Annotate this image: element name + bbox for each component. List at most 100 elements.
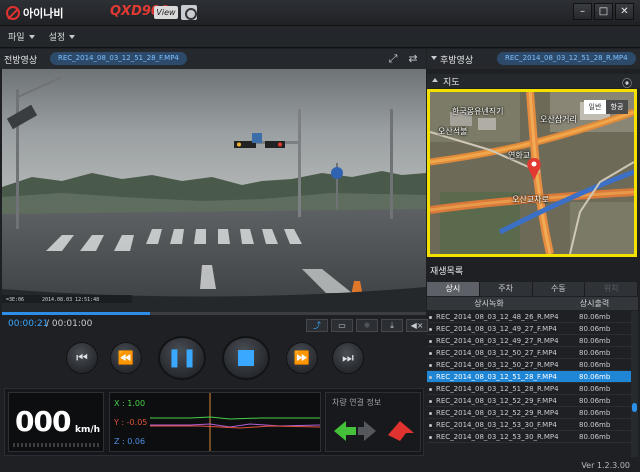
speed-value: 000 (15, 405, 71, 438)
dashboard-panel: 000 km/h X : 1.00 Y : -0.05 Z : 0.06 차량 … (4, 388, 424, 456)
app-window: 아이나비 QXD900 View – □ ✕ 파일 설정 전방영상 REC_20… (0, 0, 640, 472)
list-item[interactable]: REC_2014_08_03_12_48_26_R.MP4 80.06mb (427, 311, 631, 323)
map-type-tabs: 일반 항공 (584, 100, 628, 114)
file-size: 80.06mb (579, 409, 611, 417)
list-item[interactable]: REC_2014_08_03_12_49_27_F.MP4 80.06mb (427, 323, 631, 335)
fast-forward-icon: ⏩ (293, 350, 311, 366)
list-item[interactable]: REC_2014_08_03_12_53_30_F.MP4 80.06mb (427, 419, 631, 431)
bullet-icon (429, 388, 432, 391)
rear-file-name: REC_2014_08_03_12_51_28_R.MP4 (497, 52, 636, 65)
maximize-button[interactable]: □ (594, 3, 613, 20)
file-name-text: REC_2014_08_03_12_49_27_F.MP4 (436, 325, 557, 333)
skip-next-icon: ⏭ (342, 350, 354, 366)
logo-text: 아이나비 (23, 7, 64, 20)
bullet-icon (429, 412, 432, 415)
playlist-columns: 상시녹화 상시출력 (427, 297, 638, 310)
list-item[interactable]: REC_2014_08_03_12_51_28_R.MP4 80.06mb (427, 383, 631, 395)
list-item[interactable]: REC_2014_08_03_12_53_30_R.MP4 80.06mb (427, 431, 631, 443)
rear-video-label: 후방영상 (440, 56, 474, 66)
settings-icon[interactable]: ✱ (356, 319, 378, 332)
list-item[interactable]: REC_2014_08_03_12_50_27_F.MP4 80.06mb (427, 347, 631, 359)
file-name: REC_2014_08_03_12_49_27_F.MP4 (427, 323, 575, 334)
turn-right-icon (358, 421, 376, 441)
transport-controls: ⏮ ⏪ ❚❚ ⏩ ⏭ (0, 334, 426, 384)
seek-bar-fill (2, 312, 151, 315)
list-item[interactable]: REC_2014_08_03_12_52_29_F.MP4 80.06mb (427, 395, 631, 407)
tab-parking[interactable]: 주차 (479, 282, 533, 296)
minimize-button[interactable]: – (573, 3, 592, 20)
vehicle-connection-panel: 차량 연결 정보 (325, 392, 421, 452)
caret-down-icon (28, 34, 35, 39)
pause-button[interactable]: ❚❚ (158, 336, 206, 380)
file-name-text: REC_2014_08_03_12_48_26_R.MP4 (436, 313, 559, 321)
time-separator: / (46, 319, 50, 329)
bullet-icon (429, 316, 432, 319)
video-tools: ⤴ ▭ ✱ ⤓ ◀× (306, 319, 428, 332)
total-time-value: 00:01:00 (51, 319, 93, 329)
file-name-text: REC_2014_08_03_12_51_28_F.MP4 (436, 373, 557, 381)
location-pin-icon[interactable]: ⦿ (622, 75, 632, 90)
bullet-icon (429, 340, 432, 343)
version-label: Ver 1.2.3.00 (581, 461, 630, 470)
speed-gauge-bar (13, 443, 99, 447)
list-item[interactable]: REC_2014_08_03_12_52_29_R.MP4 80.06mb (427, 407, 631, 419)
file-size: 80.06mb (579, 433, 611, 441)
column-recording[interactable]: 상시녹화 (427, 297, 551, 310)
file-name-text: REC_2014_08_03_12_52_29_R.MP4 (436, 409, 559, 417)
menu-bar: 파일 설정 (0, 26, 640, 48)
map-collapse-icon[interactable] (432, 78, 438, 82)
tab-manual[interactable]: 수동 (532, 282, 586, 296)
map-header: 지도 ⦿ (427, 74, 640, 90)
menu-file[interactable]: 파일 (8, 30, 35, 43)
front-video-player[interactable]: =3E:06 2014.08.03 12:51:48 (2, 69, 426, 312)
playlist-scrollbar[interactable] (631, 311, 638, 457)
seek-bar[interactable] (2, 312, 426, 315)
file-name-text: REC_2014_08_03_12_50_27_R.MP4 (436, 361, 559, 369)
turn-left-icon (334, 421, 356, 441)
rewind-button[interactable]: ⏪ (110, 342, 142, 374)
rewind-icon: ⏪ (117, 350, 135, 366)
stop-icon (238, 350, 254, 366)
file-name: REC_2014_08_03_12_50_27_F.MP4 (427, 347, 575, 358)
map-label-4: 연화교 (508, 151, 531, 160)
download-icon[interactable]: ⤓ (381, 319, 403, 332)
map-view[interactable]: 일반 항공 한국몽유넨직기 오산삼거리 오산석불 연화교 오산교차로 (427, 89, 637, 257)
tab-continuous[interactable]: 상시 (427, 282, 480, 296)
bullet-icon (429, 436, 432, 439)
snapshot-icon[interactable]: ⤴ (306, 319, 328, 332)
file-size: 80.06mb (579, 373, 611, 381)
speedometer: 000 km/h (8, 392, 104, 452)
file-name: REC_2014_08_03_12_53_30_F.MP4 (427, 419, 575, 430)
swap-icon[interactable]: ⇄ (407, 53, 419, 65)
fullscreen-icon[interactable]: ⤢ (387, 53, 399, 65)
next-file-button[interactable]: ⏭ (332, 342, 364, 374)
file-size: 80.06mb (579, 313, 611, 321)
bullet-icon (429, 376, 432, 379)
previous-file-button[interactable]: ⏮ (66, 342, 98, 374)
column-output[interactable]: 상시출력 (551, 297, 638, 310)
map-label-3: 오산석불 (438, 127, 468, 136)
rear-collapse-icon[interactable] (431, 56, 437, 60)
list-item[interactable]: REC_2014_08_03_12_49_27_R.MP4 80.06mb (427, 335, 631, 347)
bullet-icon (429, 352, 432, 355)
tab-location[interactable]: 위치 (585, 282, 638, 296)
screen-mode-icon[interactable]: ▭ (331, 319, 353, 332)
menu-settings[interactable]: 설정 (49, 30, 76, 43)
playlist-header: 재생목록 (427, 259, 640, 281)
map-tab-normal[interactable]: 일반 (584, 100, 606, 114)
file-name: REC_2014_08_03_12_49_27_R.MP4 (427, 335, 575, 346)
menu-settings-label: 설정 (48, 33, 66, 43)
map-tab-aerial[interactable]: 항공 (606, 100, 628, 114)
g-sensor-x-line (150, 416, 320, 420)
list-item[interactable]: REC_2014_08_03_12_51_28_F.MP4 80.06mb (427, 371, 631, 383)
camera-icon[interactable] (181, 5, 197, 20)
close-button[interactable]: ✕ (615, 3, 634, 20)
stop-button[interactable] (222, 336, 270, 380)
map-label: 지도 (443, 78, 460, 88)
scrollbar-thumb[interactable] (632, 403, 637, 412)
mute-icon[interactable]: ◀× (406, 319, 428, 332)
list-item[interactable]: REC_2014_08_03_12_50_27_R.MP4 80.06mb (427, 359, 631, 371)
fast-forward-button[interactable]: ⏩ (286, 342, 318, 374)
window-controls: – □ ✕ (573, 3, 634, 20)
logo: 아이나비 (6, 5, 63, 21)
